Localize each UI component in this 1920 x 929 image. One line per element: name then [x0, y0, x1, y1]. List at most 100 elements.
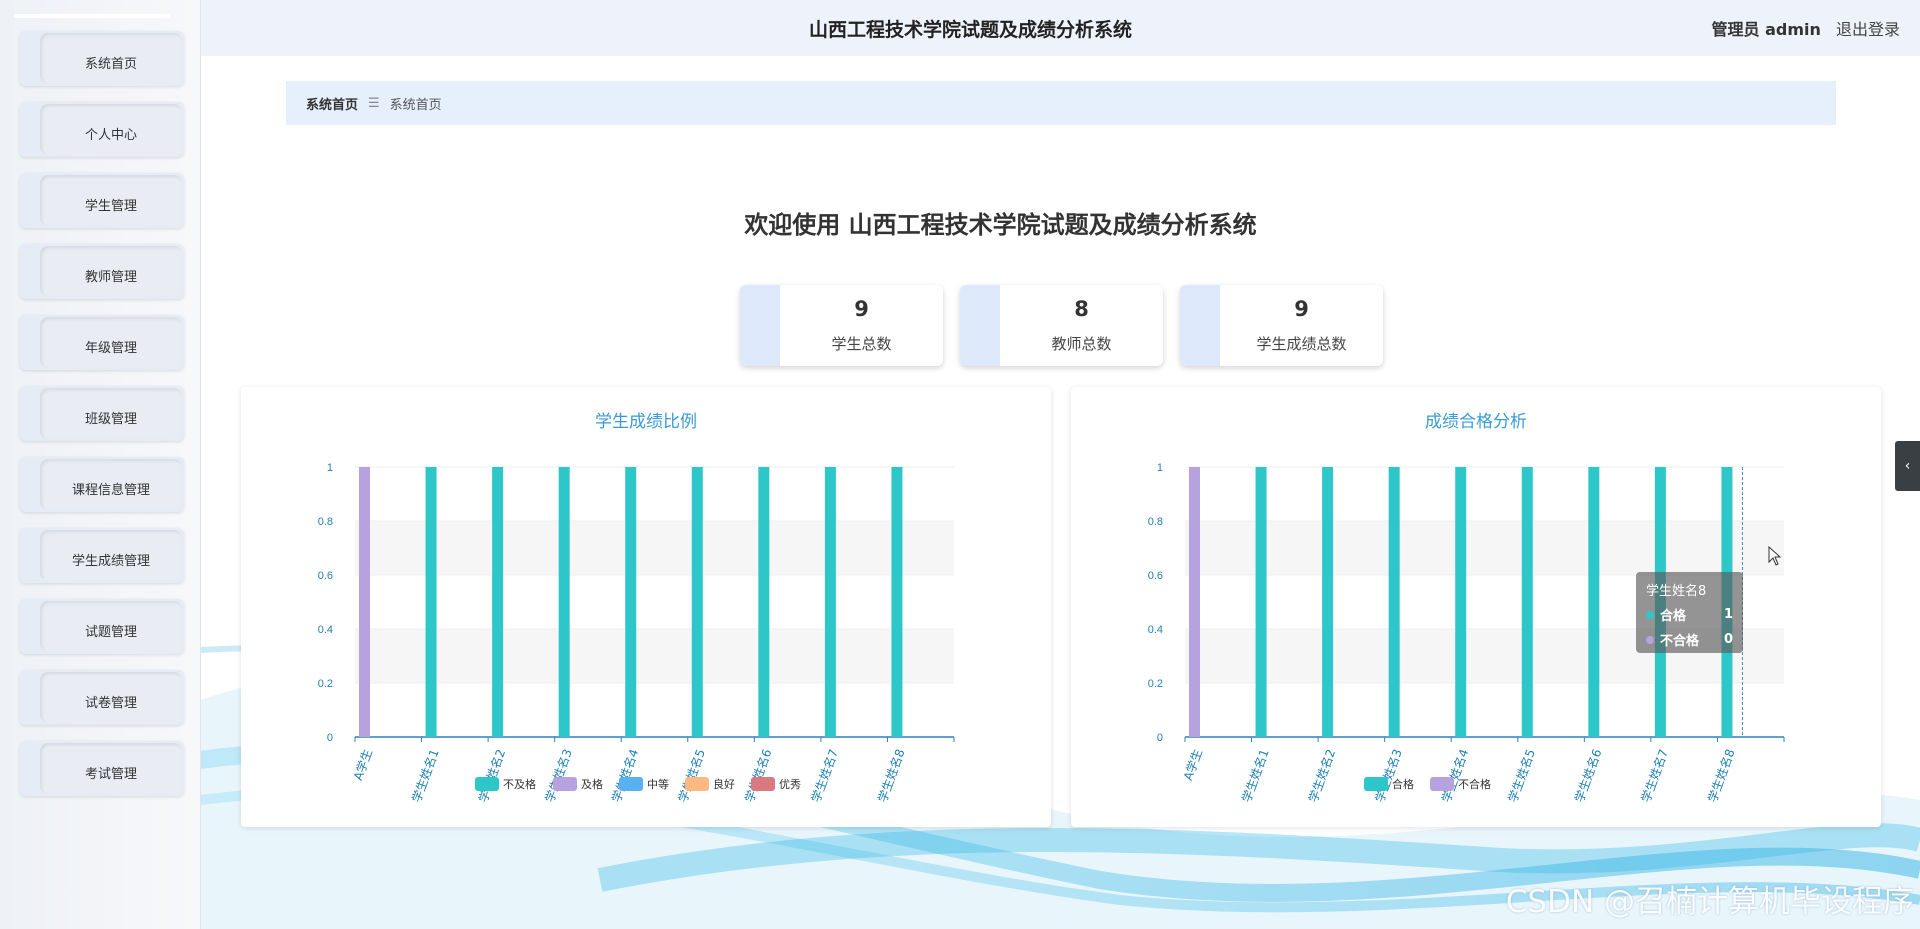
bar[interactable]: [691, 467, 703, 737]
legend-swatch[interactable]: [685, 777, 709, 791]
tooltip-row: 合格 1: [1646, 605, 1733, 624]
grid-band: [1185, 521, 1784, 575]
sidebar-item[interactable]: 个人中心: [20, 102, 184, 157]
y-tick-label: 1: [1157, 462, 1163, 474]
stat-value: 9: [854, 297, 869, 321]
bar[interactable]: [1521, 467, 1533, 737]
app-title: 山西工程技术学院试题及成绩分析系统: [808, 19, 1132, 41]
sidebar-item-label: 学生成绩管理: [40, 530, 182, 581]
stat-label: 教师总数: [1051, 335, 1112, 353]
x-tick-label: 学生姓名1: [409, 747, 442, 804]
legend-swatch[interactable]: [475, 777, 499, 791]
y-tick-label: 1: [327, 462, 333, 474]
stat-card-accent: [1180, 285, 1220, 366]
sidebar-item-label: 试卷管理: [40, 672, 182, 723]
legend-label[interactable]: 优秀: [779, 778, 801, 791]
x-tick-label: 学生姓名3: [542, 747, 575, 804]
x-tick-label: 学生姓名8: [1704, 747, 1737, 804]
sidebar-item[interactable]: 年级管理: [20, 315, 184, 370]
pass-analysis-chart[interactable]: 0 0.2 0.4 0.6 0.8 1 A学生 学生姓名1 学生姓名2 学生姓名3 学生姓名4 学生姓…: [1071, 387, 1881, 827]
tooltip-series-name: 合格: [1660, 609, 1687, 624]
sidebar-item[interactable]: 教师管理: [20, 244, 184, 299]
x-tick-label: 学生姓名4: [608, 747, 641, 804]
y-tick-label: 0.6: [1148, 570, 1163, 582]
bar[interactable]: [558, 467, 570, 737]
user-label: 管理员 admin: [1711, 20, 1821, 39]
legend-swatch[interactable]: [619, 777, 643, 791]
x-tick-label: 学生姓名8: [874, 747, 907, 804]
breadcrumb-home[interactable]: 系统首页: [306, 94, 358, 113]
sidebar-item-label: 试题管理: [40, 601, 182, 652]
sidebar-item[interactable]: 学生管理: [20, 173, 184, 228]
stat-card-teachers: 8 教师总数: [960, 285, 1163, 366]
sidebar-item[interactable]: 考试管理: [20, 741, 184, 796]
sidebar-item-label: 班级管理: [40, 388, 182, 439]
score-ratio-chart[interactable]: 0 0.2 0.4 0.6 0.8 1 A学生 学生姓名1 学生姓名2 学生姓名3 学生姓名4 学生姓…: [241, 387, 1051, 827]
x-tick-label: 学生姓名4: [1438, 747, 1471, 804]
tooltip-series-name: 不合格: [1660, 634, 1700, 649]
legend-label[interactable]: 合格: [1392, 777, 1414, 791]
mouse-cursor-icon: [1768, 546, 1782, 566]
tooltip-title: 学生姓名8: [1646, 584, 1707, 599]
legend-label[interactable]: 良好: [713, 777, 735, 791]
bar[interactable]: [758, 467, 770, 737]
chevron-left-icon[interactable]: ‹: [1895, 441, 1920, 491]
legend-swatch[interactable]: [1364, 777, 1388, 791]
sidebar-top-strip: [14, 14, 170, 18]
stat-card-students: 9 学生总数: [740, 285, 943, 366]
grid-band: [355, 521, 954, 575]
user-area: 管理员 admin 退出登录: [1712, 16, 1900, 40]
bar[interactable]: [1388, 467, 1400, 737]
bar[interactable]: [425, 467, 437, 737]
sidebar-item[interactable]: 试题管理: [20, 599, 184, 654]
sidebar-item[interactable]: 学生成绩管理: [20, 528, 184, 583]
bar[interactable]: [1322, 467, 1334, 737]
y-tick-label: 0.4: [1148, 624, 1163, 636]
legend-swatch[interactable]: [1430, 777, 1454, 791]
stat-value: 8: [1074, 297, 1089, 321]
legend-label[interactable]: 及格: [581, 777, 603, 791]
bar[interactable]: [824, 467, 836, 737]
y-tick-label: 0.6: [318, 570, 333, 582]
logout-link[interactable]: 退出登录: [1836, 20, 1900, 39]
sidebar-item[interactable]: 系统首页: [20, 31, 184, 86]
stat-label: 学生总数: [831, 335, 892, 353]
stat-value: 9: [1294, 297, 1309, 321]
bar[interactable]: [1455, 467, 1467, 737]
x-tick-label: 学生姓名6: [1571, 747, 1604, 804]
tooltip-value: 0: [1723, 632, 1733, 647]
bar[interactable]: [359, 467, 370, 737]
legend-swatch[interactable]: [751, 777, 775, 791]
sidebar-item-label: 课程信息管理: [40, 459, 182, 510]
y-tick-label: 0.8: [318, 516, 333, 528]
stat-label: 学生成绩总数: [1256, 335, 1347, 353]
sidebar-item-label: 个人中心: [40, 104, 182, 155]
legend-dot: [1646, 610, 1654, 619]
tooltip-value: 1: [1723, 607, 1733, 622]
chart-tooltip: 学生姓名8 合格 1 不合格 0: [1636, 572, 1743, 653]
sidebar-item[interactable]: 课程信息管理: [20, 457, 184, 512]
sidebar-item[interactable]: 试卷管理: [20, 670, 184, 725]
welcome-title: 欢迎使用 山西工程技术学院试题及成绩分析系统: [744, 211, 1257, 239]
legend-label[interactable]: 不合格: [1458, 777, 1491, 791]
legend-dot: [1646, 635, 1654, 644]
x-tick-label: 学生姓名3: [1372, 747, 1405, 804]
sidebar-item-label: 考试管理: [40, 743, 182, 794]
legend-swatch[interactable]: [553, 777, 577, 791]
bar[interactable]: [492, 467, 504, 737]
sidebar-item[interactable]: 班级管理: [20, 386, 184, 441]
legend-label[interactable]: 中等: [647, 777, 669, 791]
stat-card-accent: [960, 285, 1000, 366]
bar[interactable]: [1255, 467, 1267, 737]
breadcrumb-current: 系统首页: [389, 97, 442, 113]
y-tick-label: 0.2: [318, 678, 333, 690]
x-tick-label: 学生姓名2: [475, 747, 508, 804]
x-tick-label: 学生姓名7: [808, 747, 841, 804]
top-header: 山西工程技术学院试题及成绩分析系统 管理员 admin 退出登录: [201, 0, 1920, 56]
bar[interactable]: [1588, 467, 1600, 737]
legend-label[interactable]: 不及格: [503, 777, 536, 791]
bar[interactable]: [625, 467, 637, 737]
bar[interactable]: [891, 467, 903, 737]
x-tick-label: 学生姓名6: [741, 747, 774, 804]
bar[interactable]: [1189, 467, 1200, 737]
